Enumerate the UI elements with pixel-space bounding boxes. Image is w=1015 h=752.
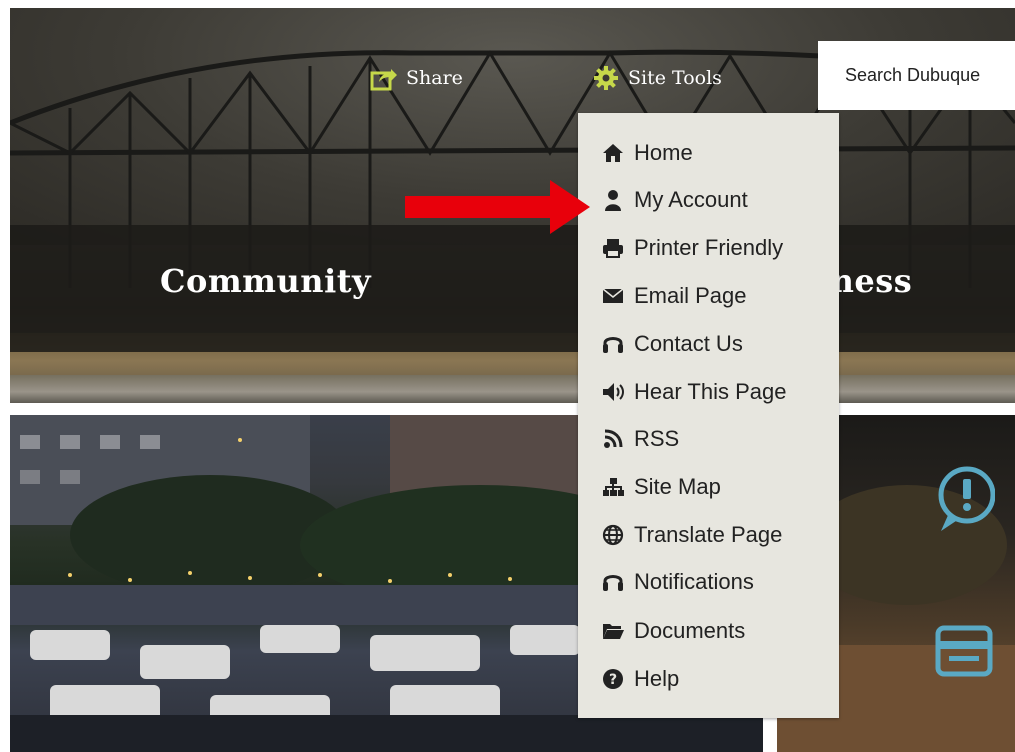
search-input[interactable] [818, 41, 1015, 110]
question-icon: ? [602, 668, 624, 690]
menu-item-email-page[interactable]: Email Page [602, 276, 747, 316]
menu-item-label: Hear This Page [634, 379, 787, 404]
globe-icon [602, 524, 624, 546]
alert-bubble-icon[interactable] [935, 465, 996, 540]
menu-item-documents[interactable]: Documents [602, 611, 745, 651]
menu-item-site-map[interactable]: Site Map [602, 467, 721, 507]
menu-item-translate-page[interactable]: Translate Page [602, 515, 782, 555]
menu-item-hear-this-page[interactable]: Hear This Page [602, 372, 786, 412]
envelope-icon [602, 285, 624, 307]
menu-item-label: Documents [634, 618, 746, 643]
headset-icon [602, 333, 624, 355]
menu-item-label: Help [634, 666, 680, 691]
banner-title-community[interactable]: Community [160, 262, 371, 300]
menu-item-printer-friendly[interactable]: Printer Friendly [602, 228, 783, 268]
menu-item-contact-us[interactable]: Contact Us [602, 324, 743, 364]
site-tools-dropdown: Home My Account Printer Friendly Email P… [578, 113, 839, 718]
rss-icon [602, 428, 624, 450]
share-button[interactable]: Share [370, 64, 463, 92]
menu-item-my-account[interactable]: My Account [602, 180, 748, 220]
red-arrow-annotation [405, 180, 590, 234]
menu-item-rss[interactable]: RSS [602, 419, 679, 459]
share-label: Share [406, 67, 463, 89]
user-icon [602, 189, 624, 211]
menu-item-label: Email Page [634, 283, 747, 308]
share-icon [370, 64, 398, 92]
svg-text:?: ? [609, 672, 617, 688]
gear-icon [592, 64, 620, 92]
folder-icon [602, 620, 624, 642]
river [10, 375, 1015, 403]
sitemap-icon [602, 476, 624, 498]
menu-item-label: Notifications [634, 569, 754, 594]
printer-icon [602, 237, 624, 259]
payment-card-icon[interactable] [935, 623, 995, 688]
menu-item-label: Home [634, 140, 693, 165]
speaker-icon [602, 381, 624, 403]
menu-item-help[interactable]: ? Help [602, 659, 679, 699]
site-tools-button[interactable]: Site Tools [592, 64, 722, 92]
menu-item-label: My Account [634, 187, 748, 212]
menu-item-label: Printer Friendly [634, 235, 784, 260]
menu-item-label: Translate Page [634, 522, 783, 547]
home-icon [602, 142, 624, 164]
menu-item-label: RSS [634, 426, 680, 451]
menu-item-home[interactable]: Home [602, 133, 693, 173]
menu-item-label: Site Map [634, 474, 721, 499]
menu-item-label: Contact Us [634, 331, 743, 356]
site-tools-label: Site Tools [628, 67, 722, 89]
menu-item-notifications[interactable]: Notifications [602, 562, 754, 602]
headset-icon [602, 571, 624, 593]
